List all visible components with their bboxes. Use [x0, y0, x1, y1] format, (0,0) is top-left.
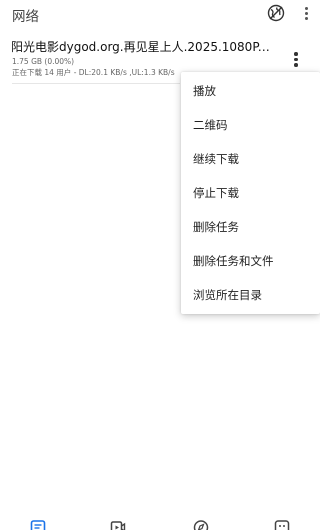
divider — [12, 83, 180, 84]
task-status: 正在下载 14 用户 - DL:20.1 KB/s ,UL:1.3 KB/s — [12, 68, 175, 77]
menu-item-resume-download[interactable]: 继续下载 — [181, 142, 320, 176]
menu-item-qr-code[interactable]: 二维码 — [181, 108, 320, 142]
task-context-menu: 播放 二维码 继续下载 停止下载 删除任务 删除任务和文件 浏览所在目录 — [181, 72, 320, 314]
menu-item-browse-directory[interactable]: 浏览所在目录 — [181, 278, 320, 312]
video-icon[interactable] — [110, 519, 126, 530]
more-apps-icon[interactable] — [274, 519, 290, 530]
task-more-icon[interactable] — [290, 50, 302, 70]
tasks-icon[interactable] — [30, 519, 46, 530]
more-vertical-icon[interactable] — [300, 5, 312, 23]
menu-item-delete-task[interactable]: 删除任务 — [181, 210, 320, 244]
task-size-progress: 1.75 GB (0.00%) — [12, 57, 75, 66]
page-title: 网络 — [12, 9, 39, 25]
bottom-navigation — [0, 516, 320, 530]
menu-item-play[interactable]: 播放 — [181, 74, 320, 108]
task-name: 阳光电影dygod.org.再见星上人.2025.1080P.国韩... — [11, 40, 271, 54]
menu-item-stop-download[interactable]: 停止下载 — [181, 176, 320, 210]
compass-icon[interactable] — [193, 519, 209, 530]
globe-no-network-icon[interactable] — [266, 3, 286, 23]
menu-item-delete-task-and-files[interactable]: 删除任务和文件 — [181, 244, 320, 278]
top-app-bar: 网络 — [0, 0, 320, 28]
